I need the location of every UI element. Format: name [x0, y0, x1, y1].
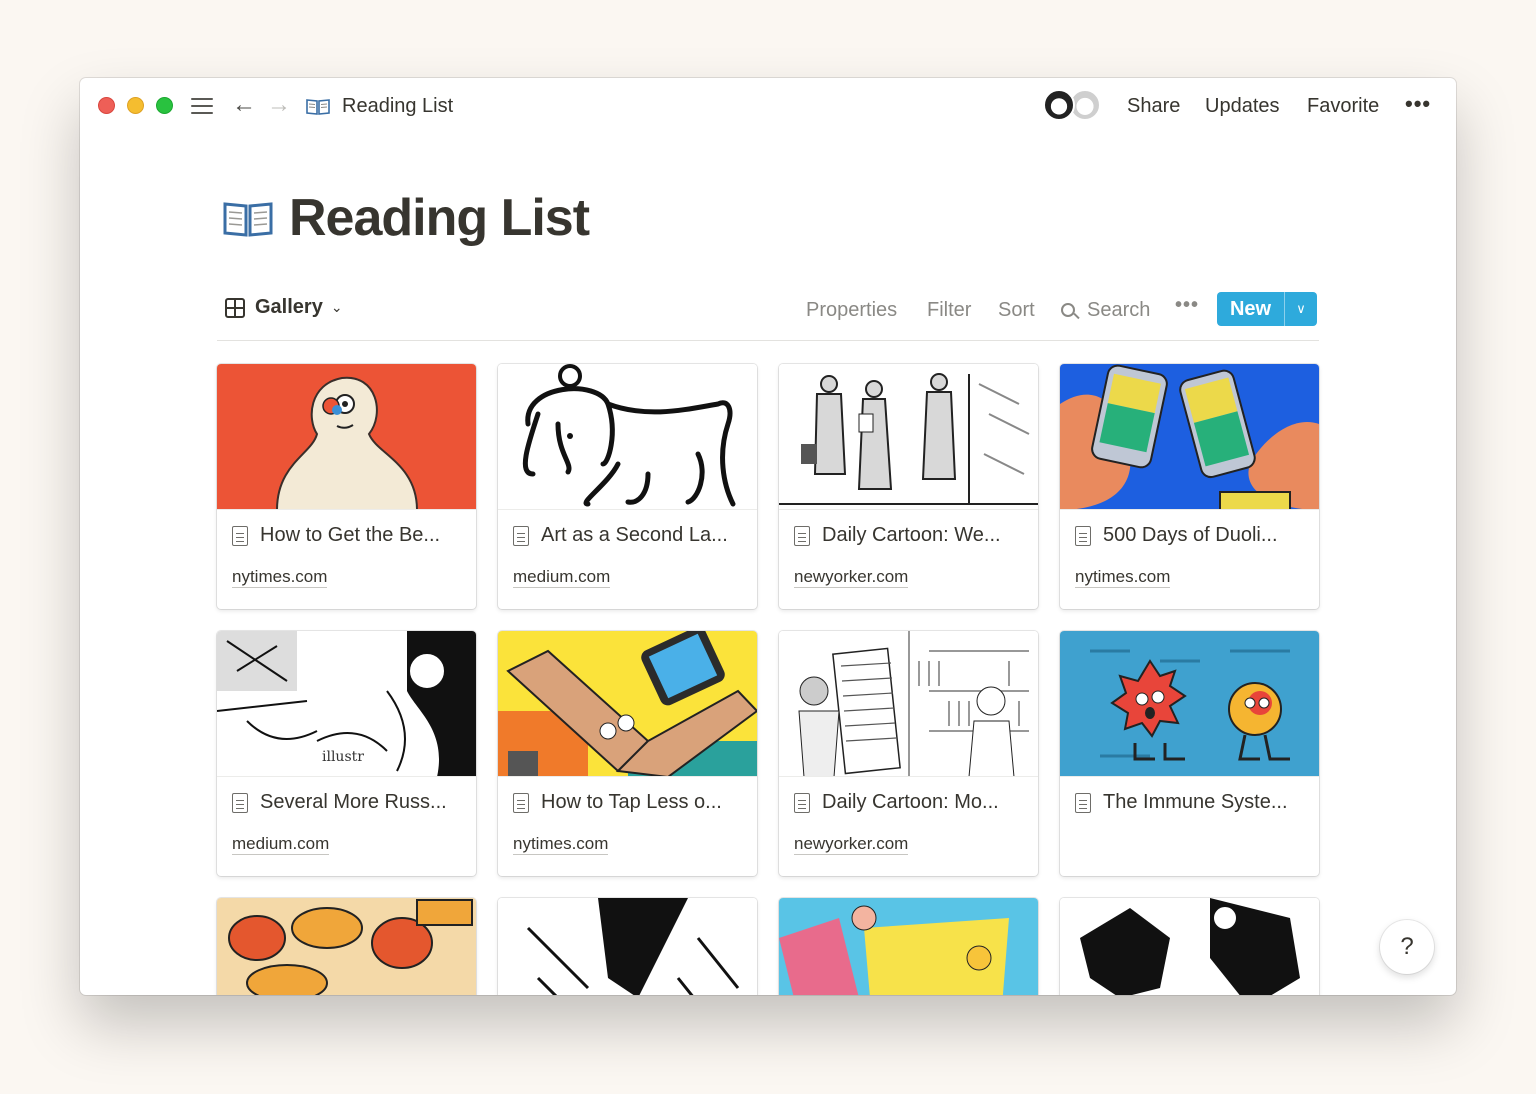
- card-cover-image: [498, 631, 757, 777]
- card-cover-image: [217, 898, 476, 995]
- new-button[interactable]: New: [1217, 292, 1284, 326]
- card-source-link[interactable]: nytimes.com: [232, 567, 328, 588]
- open-book-icon: [306, 99, 330, 115]
- gallery-card[interactable]: illustr Several More Russ... medium.com: [217, 631, 476, 876]
- card-title: 500 Days of Duoli...: [1075, 524, 1307, 547]
- gallery-card[interactable]: Daily Cartoon: We... newyorker.com: [779, 364, 1038, 609]
- favorite-button[interactable]: Favorite: [1307, 92, 1379, 120]
- breadcrumb[interactable]: Reading List: [306, 92, 453, 120]
- card-cover-image: [1060, 364, 1319, 510]
- page-icon: [794, 792, 810, 813]
- back-arrow-icon[interactable]: ←: [232, 91, 256, 119]
- card-cover-image: [1060, 898, 1319, 995]
- card-title-text: Art as a Second La...: [541, 524, 728, 546]
- sort-button[interactable]: Sort: [998, 298, 1035, 322]
- search-label: Search: [1087, 299, 1151, 321]
- card-source-link[interactable]: medium.com: [232, 834, 330, 855]
- new-button-group: New ∨: [1217, 292, 1317, 326]
- card-cover-image: [498, 898, 757, 995]
- gallery-card[interactable]: 500 Days of Duoli... nytimes.com: [1060, 364, 1319, 609]
- card-title-text: How to Tap Less o...: [541, 791, 722, 813]
- search-icon: [1061, 303, 1075, 317]
- card-cover-image: [779, 898, 1038, 995]
- card-cover-image: illustr: [217, 631, 476, 777]
- gallery-card[interactable]: [498, 898, 757, 995]
- card-cover-image: [217, 364, 476, 510]
- card-source-link[interactable]: nytimes.com: [513, 834, 609, 855]
- close-window-button[interactable]: [98, 97, 115, 114]
- card-title: How to Get the Be...: [232, 524, 464, 547]
- card-title: Art as a Second La...: [513, 524, 745, 547]
- app-window: ← → Reading List Share Updates Favorite …: [80, 78, 1456, 995]
- page-title: Reading List: [223, 188, 590, 248]
- filter-button[interactable]: Filter: [927, 298, 971, 322]
- card-source-link[interactable]: newyorker.com: [794, 834, 909, 855]
- card-title: Daily Cartoon: Mo...: [794, 791, 1026, 814]
- gallery-card[interactable]: The Immune Syste...: [1060, 631, 1319, 876]
- collaborator-avatars[interactable]: [1043, 89, 1105, 123]
- card-title-text: Daily Cartoon: We...: [822, 524, 1001, 546]
- chevron-down-icon: ⌄: [330, 299, 343, 315]
- breadcrumb-title: Reading List: [342, 94, 454, 117]
- help-button[interactable]: ?: [1380, 920, 1434, 974]
- toolbar-divider: [217, 340, 1319, 341]
- gallery-card[interactable]: Art as a Second La... medium.com: [498, 364, 757, 609]
- more-options-icon[interactable]: •••: [1405, 91, 1431, 117]
- card-title-text: 500 Days of Duoli...: [1103, 524, 1278, 546]
- svg-text:illustr: illustr: [322, 749, 364, 765]
- page-icon: [513, 525, 529, 546]
- share-button[interactable]: Share: [1127, 92, 1180, 120]
- card-title: Daily Cartoon: We...: [794, 524, 1026, 547]
- view-label: Gallery: [255, 296, 323, 318]
- avatar[interactable]: [1043, 89, 1075, 121]
- search-button[interactable]: Search: [1061, 298, 1150, 322]
- zoom-window-button[interactable]: [156, 97, 173, 114]
- page-icon: [794, 525, 810, 546]
- card-cover-image: [1060, 631, 1319, 777]
- page-icon: [1075, 792, 1091, 813]
- gallery-card[interactable]: Daily Cartoon: Mo... newyorker.com: [779, 631, 1038, 876]
- card-title-text: The Immune Syste...: [1103, 791, 1288, 813]
- page-icon: [232, 792, 248, 813]
- updates-button[interactable]: Updates: [1205, 92, 1280, 120]
- minimize-window-button[interactable]: [127, 97, 144, 114]
- view-switcher[interactable]: Gallery ⌄: [225, 296, 343, 319]
- gallery-card[interactable]: How to Tap Less o... nytimes.com: [498, 631, 757, 876]
- card-source-link[interactable]: medium.com: [513, 567, 611, 588]
- card-cover-image: [779, 631, 1038, 777]
- card-title-text: Several More Russ...: [260, 791, 447, 813]
- card-title-text: Daily Cartoon: Mo...: [822, 791, 999, 813]
- forward-arrow-icon[interactable]: →: [267, 91, 291, 119]
- view-more-icon[interactable]: •••: [1175, 294, 1199, 317]
- page-icon: [1075, 525, 1091, 546]
- gallery-card[interactable]: [779, 898, 1038, 995]
- properties-button[interactable]: Properties: [806, 298, 897, 322]
- card-title: Several More Russ...: [232, 791, 464, 814]
- new-dropdown-chevron-icon[interactable]: ∨: [1284, 292, 1317, 326]
- card-title-text: How to Get the Be...: [260, 524, 441, 546]
- gallery-grid-icon: [225, 297, 245, 318]
- gallery-card[interactable]: [217, 898, 476, 995]
- card-source-link[interactable]: nytimes.com: [1075, 567, 1171, 588]
- gallery-card[interactable]: How to Get the Be... nytimes.com: [217, 364, 476, 609]
- card-title: How to Tap Less o...: [513, 791, 745, 814]
- page-icon: [513, 792, 529, 813]
- card-cover-image: [779, 364, 1038, 510]
- card-cover-image: [498, 364, 757, 510]
- page-icon: [232, 525, 248, 546]
- gallery-card[interactable]: [1060, 898, 1319, 995]
- card-title: The Immune Syste...: [1075, 791, 1307, 814]
- title-bar: ← → Reading List Share Updates Favorite …: [80, 78, 1456, 134]
- open-book-icon: [223, 202, 273, 237]
- sidebar-menu-icon[interactable]: [191, 95, 213, 117]
- card-source-link[interactable]: newyorker.com: [794, 567, 909, 588]
- page-title-text: Reading List: [289, 189, 590, 247]
